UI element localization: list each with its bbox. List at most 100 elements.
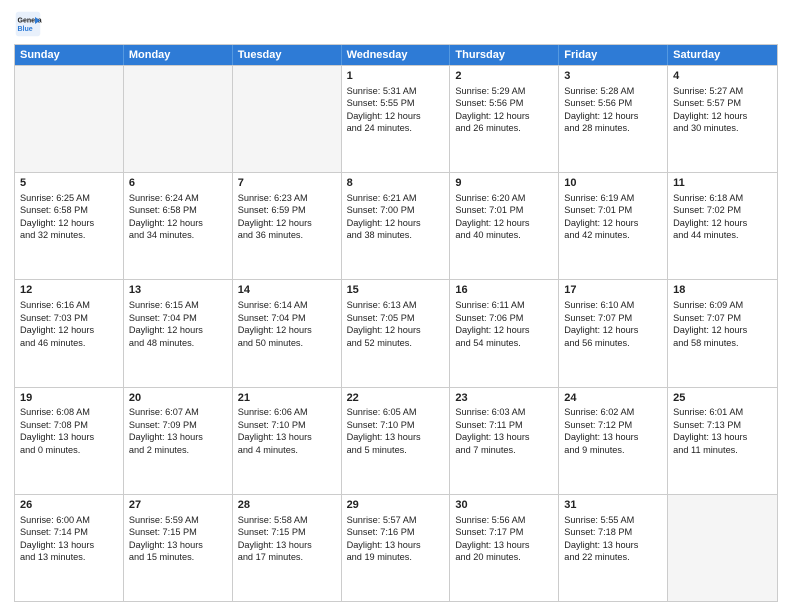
day-info: Sunset: 7:07 PM — [673, 312, 772, 324]
day-info: Daylight: 13 hours — [673, 431, 772, 443]
day-number: 28 — [238, 498, 336, 513]
day-cell-2: 2Sunrise: 5:29 AMSunset: 5:56 PMDaylight… — [450, 66, 559, 172]
day-info: and 22 minutes. — [564, 551, 662, 563]
day-info: Sunrise: 5:29 AM — [455, 85, 553, 97]
day-info: Sunset: 6:58 PM — [20, 204, 118, 216]
day-info: Sunrise: 6:00 AM — [20, 514, 118, 526]
day-info: and 4 minutes. — [238, 444, 336, 456]
day-info: Sunset: 7:04 PM — [129, 312, 227, 324]
day-info: Daylight: 12 hours — [347, 110, 445, 122]
day-info: Sunrise: 6:20 AM — [455, 192, 553, 204]
day-number: 24 — [564, 391, 662, 406]
day-number: 7 — [238, 176, 336, 191]
day-cell-29: 29Sunrise: 5:57 AMSunset: 7:16 PMDayligh… — [342, 495, 451, 601]
day-info: Sunrise: 6:21 AM — [347, 192, 445, 204]
day-info: Daylight: 13 hours — [129, 539, 227, 551]
day-info: Sunset: 6:59 PM — [238, 204, 336, 216]
day-info: Daylight: 12 hours — [673, 324, 772, 336]
day-cell-9: 9Sunrise: 6:20 AMSunset: 7:01 PMDaylight… — [450, 173, 559, 279]
day-info: and 26 minutes. — [455, 122, 553, 134]
day-info: Sunset: 7:07 PM — [564, 312, 662, 324]
day-info: Daylight: 12 hours — [673, 110, 772, 122]
day-header-sunday: Sunday — [15, 45, 124, 65]
day-info: Sunrise: 5:56 AM — [455, 514, 553, 526]
day-info: Sunrise: 6:06 AM — [238, 406, 336, 418]
day-number: 2 — [455, 69, 553, 84]
day-info: Sunset: 7:17 PM — [455, 526, 553, 538]
day-header-thursday: Thursday — [450, 45, 559, 65]
day-info: Daylight: 13 hours — [238, 539, 336, 551]
day-info: and 20 minutes. — [455, 551, 553, 563]
day-info: and 38 minutes. — [347, 229, 445, 241]
day-info: Sunset: 7:15 PM — [238, 526, 336, 538]
day-number: 10 — [564, 176, 662, 191]
day-info: Sunrise: 6:15 AM — [129, 299, 227, 311]
empty-cell — [124, 66, 233, 172]
day-info: Daylight: 12 hours — [347, 324, 445, 336]
day-cell-19: 19Sunrise: 6:08 AMSunset: 7:08 PMDayligh… — [15, 388, 124, 494]
day-info: Sunrise: 5:58 AM — [238, 514, 336, 526]
day-info: and 32 minutes. — [20, 229, 118, 241]
day-info: Daylight: 12 hours — [564, 324, 662, 336]
day-info: and 56 minutes. — [564, 337, 662, 349]
day-info: Daylight: 13 hours — [20, 539, 118, 551]
day-cell-8: 8Sunrise: 6:21 AMSunset: 7:00 PMDaylight… — [342, 173, 451, 279]
day-info: Sunset: 7:05 PM — [347, 312, 445, 324]
day-info: and 9 minutes. — [564, 444, 662, 456]
day-cell-25: 25Sunrise: 6:01 AMSunset: 7:13 PMDayligh… — [668, 388, 777, 494]
day-info: Sunrise: 6:01 AM — [673, 406, 772, 418]
day-number: 6 — [129, 176, 227, 191]
day-info: Daylight: 13 hours — [564, 539, 662, 551]
day-info: Sunset: 7:02 PM — [673, 204, 772, 216]
day-info: and 5 minutes. — [347, 444, 445, 456]
day-cell-20: 20Sunrise: 6:07 AMSunset: 7:09 PMDayligh… — [124, 388, 233, 494]
day-cell-26: 26Sunrise: 6:00 AMSunset: 7:14 PMDayligh… — [15, 495, 124, 601]
day-info: and 24 minutes. — [347, 122, 445, 134]
day-info: Daylight: 12 hours — [129, 217, 227, 229]
empty-cell — [233, 66, 342, 172]
day-cell-30: 30Sunrise: 5:56 AMSunset: 7:17 PMDayligh… — [450, 495, 559, 601]
day-cell-18: 18Sunrise: 6:09 AMSunset: 7:07 PMDayligh… — [668, 280, 777, 386]
day-info: and 15 minutes. — [129, 551, 227, 563]
day-cell-15: 15Sunrise: 6:13 AMSunset: 7:05 PMDayligh… — [342, 280, 451, 386]
day-cell-6: 6Sunrise: 6:24 AMSunset: 6:58 PMDaylight… — [124, 173, 233, 279]
calendar-header: SundayMondayTuesdayWednesdayThursdayFrid… — [15, 45, 777, 65]
calendar: SundayMondayTuesdayWednesdayThursdayFrid… — [14, 44, 778, 602]
day-info: Daylight: 12 hours — [564, 217, 662, 229]
day-number: 30 — [455, 498, 553, 513]
day-info: Sunrise: 6:25 AM — [20, 192, 118, 204]
day-info: Sunrise: 6:02 AM — [564, 406, 662, 418]
day-info: Sunset: 7:12 PM — [564, 419, 662, 431]
day-info: Sunrise: 6:07 AM — [129, 406, 227, 418]
day-header-saturday: Saturday — [668, 45, 777, 65]
day-info: and 52 minutes. — [347, 337, 445, 349]
day-info: Daylight: 13 hours — [455, 539, 553, 551]
day-info: Sunrise: 6:16 AM — [20, 299, 118, 311]
day-cell-3: 3Sunrise: 5:28 AMSunset: 5:56 PMDaylight… — [559, 66, 668, 172]
day-info: Sunset: 7:10 PM — [347, 419, 445, 431]
day-info: Sunset: 7:03 PM — [20, 312, 118, 324]
day-number: 25 — [673, 391, 772, 406]
day-number: 26 — [20, 498, 118, 513]
day-info: Sunset: 7:14 PM — [20, 526, 118, 538]
day-info: Daylight: 13 hours — [238, 431, 336, 443]
day-cell-21: 21Sunrise: 6:06 AMSunset: 7:10 PMDayligh… — [233, 388, 342, 494]
day-cell-10: 10Sunrise: 6:19 AMSunset: 7:01 PMDayligh… — [559, 173, 668, 279]
calendar-row-3: 19Sunrise: 6:08 AMSunset: 7:08 PMDayligh… — [15, 387, 777, 494]
day-cell-4: 4Sunrise: 5:27 AMSunset: 5:57 PMDaylight… — [668, 66, 777, 172]
day-info: Daylight: 13 hours — [129, 431, 227, 443]
day-info: and 2 minutes. — [129, 444, 227, 456]
calendar-row-0: 1Sunrise: 5:31 AMSunset: 5:55 PMDaylight… — [15, 65, 777, 172]
day-info: Sunset: 7:01 PM — [455, 204, 553, 216]
day-info: Sunrise: 6:14 AM — [238, 299, 336, 311]
day-cell-7: 7Sunrise: 6:23 AMSunset: 6:59 PMDaylight… — [233, 173, 342, 279]
day-number: 23 — [455, 391, 553, 406]
day-info: Sunset: 6:58 PM — [129, 204, 227, 216]
day-info: Daylight: 13 hours — [20, 431, 118, 443]
day-info: Sunset: 7:01 PM — [564, 204, 662, 216]
logo-icon: General Blue — [14, 10, 42, 38]
day-number: 31 — [564, 498, 662, 513]
day-cell-16: 16Sunrise: 6:11 AMSunset: 7:06 PMDayligh… — [450, 280, 559, 386]
day-info: Daylight: 12 hours — [20, 324, 118, 336]
day-number: 9 — [455, 176, 553, 191]
